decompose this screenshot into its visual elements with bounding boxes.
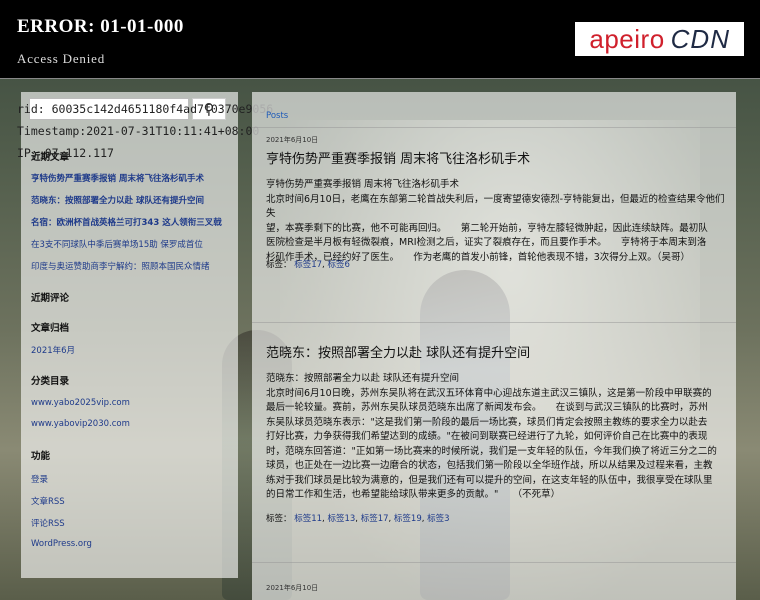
post-line: 北京时间6月10日，老鹰在东部第二轮首战失利后，一度寄望德安德烈-亨特能复出，但… (266, 193, 725, 220)
post-line: 时，范晓东回答道："正如第一场比赛来的时候所说，我们是一支年轻的队伍，今年我们换… (266, 445, 717, 457)
recent-post-link[interactable]: 名宿：欧洲杯首战英格兰可打343 这人领衔三叉戟 (31, 216, 222, 228)
error-subtitle: Access Denied (17, 51, 106, 66)
tags-label: 标签： (266, 260, 292, 270)
post-line: 北京时间6月10日晚，苏州东吴队将在武汉五环体育中心迎战东道主武汉三镇队，这是第… (266, 387, 712, 399)
tag-link[interactable]: 标签13 (327, 514, 355, 524)
tag-link[interactable]: 标签19 (394, 514, 422, 524)
archive-link[interactable]: 2021年6月 (31, 344, 75, 356)
recent-post-link[interactable]: 在3支不同球队中季后赛单场15助 保罗成首位 (31, 238, 203, 250)
ip-address: IP: 07.112.117 (17, 146, 114, 160)
post-date[interactable]: 2021年6月10日 (266, 135, 318, 145)
tag-link[interactable]: 标签11 (294, 514, 322, 524)
divider (252, 127, 736, 128)
comments-rss-link[interactable]: 评论RSS (31, 517, 65, 529)
post-line: 范晓东：按照部署全力以赴 球队还有提升空间 (266, 373, 460, 384)
sidebar: ⚲ 近期文章 亨特伤势严重赛季报销 周末将飞往洛杉矶手术 范晓东：按照部署全力以… (21, 92, 238, 578)
post-line: 的日常工作和生活，也希望能给球队带来更多的贡献。" （不死草） (266, 489, 561, 500)
timestamp: Timestamp:2021-07-31T10:11:41+08:00 (17, 124, 260, 138)
error-title: ERROR: 01-01-000 (17, 16, 184, 37)
logo-text-left: apeiro (589, 23, 665, 54)
recent-comments-heading: 近期评论 (31, 293, 70, 304)
post-body: 亨特伤势严重赛季报销 周末将飞往洛杉矶手术 北京时间6月10日，老鹰在东部第二轮… (266, 178, 726, 265)
recent-post-link[interactable]: 范晓东：按照部署全力以赴 球队还有提升空间 (31, 194, 204, 206)
post-line: 打好比赛，力争获得我们希望达到的成绩。"在被问到联赛已经进行了九轮，如何评价自己… (266, 431, 708, 442)
tag-link[interactable]: 标签17 (294, 260, 322, 270)
apeiro-cdn-logo: apeiro CDN (575, 22, 744, 56)
post-line: 最后一轮较量。赛前，苏州东吴队球员范晓东出席了新闻发布会。 在谈到与武汉三镇队的… (266, 402, 708, 413)
archives-heading: 文章归档 (31, 323, 70, 334)
meta-heading: 功能 (31, 451, 51, 462)
category-link[interactable]: www.yabovip2030.com (31, 419, 130, 429)
post-title[interactable]: 范晓东：按照部署全力以赴 球队还有提升空间 (266, 342, 530, 361)
tag-link[interactable]: 标签6 (327, 260, 349, 270)
category-link[interactable]: www.yabo2025vip.com (31, 398, 130, 408)
post-line: 医院检查是半月板有轻微裂痕，MRI检测之后，证实了裂痕存在，而且要作手术。 亨特… (266, 237, 707, 248)
request-id: rid: 60035c142d4651180f4ad7f0370e9056 (17, 102, 274, 116)
post-tags: 标签： 标签17, 标签6 (266, 260, 350, 270)
post-date[interactable]: 2021年6月10日 (266, 583, 318, 593)
post-line: 练对于我们球员是比较为满意的，但是我们还有可以提升的空间，在这支年轻的队伍中，我… (266, 474, 713, 486)
categories-heading: 分类目录 (31, 376, 70, 387)
tag-link[interactable]: 标签17 (361, 514, 389, 524)
post-tags: 标签： 标签11, 标签13, 标签17, 标签19, 标签3 (266, 514, 450, 524)
post-line: 球员，也正处在一边比赛一边磨合的状态，包括我们第一阶段以全华班作战，所以从结果及… (266, 460, 713, 471)
post-body: 范晓东：按照部署全力以赴 球队还有提升空间 北京时间6月10日晚，苏州东吴队将在… (266, 372, 726, 503)
wordpress-link[interactable]: WordPress.org (31, 539, 92, 549)
recent-post-link[interactable]: 亨特伤势严重赛季报销 周末将飞往洛杉矶手术 (31, 172, 204, 184)
post-line: 东吴队球员范晓东表示："这是我们第一阶段的最后一场比赛，球员们肯定会按照主教练的… (266, 416, 708, 428)
divider (252, 322, 736, 323)
entries-rss-link[interactable]: 文章RSS (31, 495, 65, 507)
tag-link[interactable]: 标签3 (427, 514, 449, 524)
tags-label: 标签： (266, 514, 292, 524)
recent-post-link[interactable]: 印度与奥运赞助商李宁解约：照顾本国民众情绪 (31, 260, 210, 272)
posts-heading[interactable]: Posts (266, 111, 288, 121)
divider (252, 562, 736, 563)
main-content: Posts 2021年6月10日 亨特伤势严重赛季报销 周末将飞往洛杉矶手术 亨… (252, 92, 736, 600)
error-banner: ERROR: 01-01-000 Access Denied apeiro CD… (0, 0, 760, 79)
post-title[interactable]: 亨特伤势严重赛季报销 周末将飞往洛杉矶手术 (266, 148, 530, 167)
post-line: 亨特伤势严重赛季报销 周末将飞往洛杉矶手术 (266, 179, 460, 190)
login-link[interactable]: 登录 (31, 473, 48, 485)
post-line: 望，本赛季剩下的比赛，他不可能再回归。 第二轮开始前，亨特左膝轻微肿起，因此连续… (266, 222, 708, 234)
logo-text-right: CDN (670, 23, 730, 54)
